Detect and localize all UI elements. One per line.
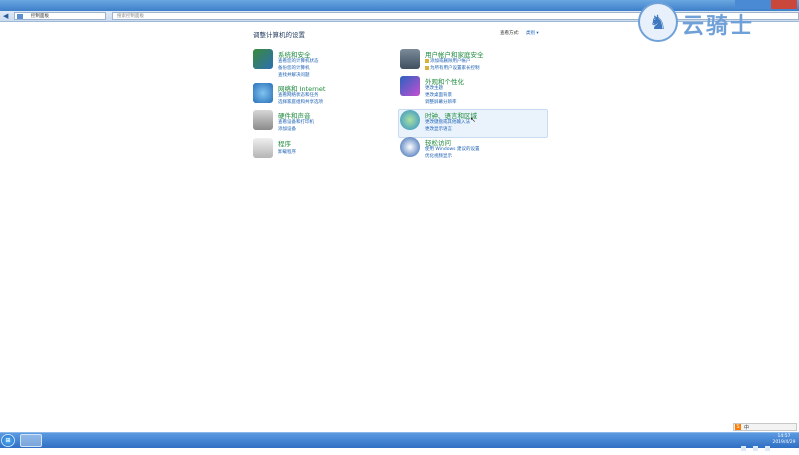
category-link[interactable]: 备份您的计算机 [278, 65, 310, 71]
taskbar: ⊞ 14:57 2019/4/29 [0, 432, 799, 451]
ime-toolbar[interactable]: S 中 [733, 423, 797, 431]
category-link[interactable]: 查看网络状态和任务 [278, 92, 319, 98]
category-programs: 程序 卸载程序 [253, 138, 373, 158]
logo-text: 云骑士 [682, 14, 755, 39]
accessibility-icon [400, 137, 420, 157]
mouse-cursor-icon: ↖ [470, 116, 476, 124]
category-user-accounts: 用户帐户和家庭安全 添加或删除用户帐户 为所有用户设置家长控制 [400, 49, 540, 74]
category-link[interactable]: 为所有用户设置家长控制 [425, 65, 480, 71]
taskbar-control-panel[interactable] [20, 434, 42, 447]
shield-icon [253, 49, 273, 69]
category-link[interactable]: 调整屏幕分辨率 [425, 99, 457, 105]
clock-date: 2019/4/29 [772, 440, 796, 445]
category-link[interactable]: 优化视频显示 [425, 153, 452, 159]
knight-logo-icon: ♞ [638, 2, 678, 42]
start-button[interactable]: ⊞ [1, 434, 15, 447]
category-title[interactable]: 程序 [278, 138, 291, 148]
breadcrumb-label: 控制面板 [31, 14, 49, 19]
category-link[interactable]: 选择家庭组和共享选项 [278, 99, 323, 105]
system-tray [739, 436, 770, 451]
watermark-logo: ♞ 云骑士 [638, 2, 778, 42]
programs-icon [253, 138, 273, 158]
category-link[interactable]: 查看您的计算机状态 [278, 58, 319, 64]
back-arrow-icon[interactable]: ◀ [3, 12, 8, 20]
sogou-ime-icon[interactable]: S [735, 424, 741, 430]
users-icon [400, 49, 420, 69]
view-by-dropdown[interactable]: 类别 ▾ [526, 30, 539, 36]
category-link[interactable]: 查看设备和打印机 [278, 119, 314, 125]
clock[interactable]: 14:57 2019/4/29 [771, 434, 797, 446]
control-panel-icon [17, 14, 23, 19]
view-by-label: 查看方式: [500, 31, 520, 36]
category-link[interactable]: 查找并解决问题 [278, 72, 310, 78]
globe-clock-icon [400, 110, 420, 130]
category-link[interactable]: 更改显示语言 [425, 126, 452, 132]
uac-shield-icon [425, 65, 429, 70]
category-hardware-sound: 硬件和声音 查看设备和打印机 添加设备 [253, 110, 373, 135]
category-link[interactable]: 使用 Windows 建议的设置 [425, 146, 479, 152]
uac-shield-icon [425, 58, 429, 63]
category-system-security: 系统和安全 查看您的计算机状态 备份您的计算机 查找并解决问题 [253, 49, 373, 79]
category-link[interactable]: 添加或删除用户帐户 [425, 58, 471, 64]
category-link[interactable]: 卸载程序 [278, 149, 296, 155]
printer-icon [253, 110, 273, 130]
category-appearance: 外观和个性化 更改主题 更改桌面背景 调整屏幕分辨率 [400, 76, 540, 106]
category-link[interactable]: 添加设备 [278, 126, 296, 132]
category-link[interactable]: 更改键盘或其他输入法 [425, 119, 470, 125]
category-link[interactable]: 更改主题 [425, 85, 443, 91]
category-link[interactable]: 更改桌面背景 [425, 92, 452, 98]
page-title: 调整计算机的设置 [253, 31, 305, 39]
breadcrumb[interactable]: 控制面板 [14, 12, 106, 20]
ime-mode[interactable]: 中 [744, 424, 749, 431]
category-network-internet: 网络和 Internet 查看网络状态和任务 选择家庭组和共享选项 [253, 83, 373, 108]
category-ease-of-access: 轻松访问 使用 Windows 建议的设置 优化视频显示 [400, 137, 540, 162]
globe-network-icon [253, 83, 273, 103]
personalization-icon [400, 76, 420, 96]
